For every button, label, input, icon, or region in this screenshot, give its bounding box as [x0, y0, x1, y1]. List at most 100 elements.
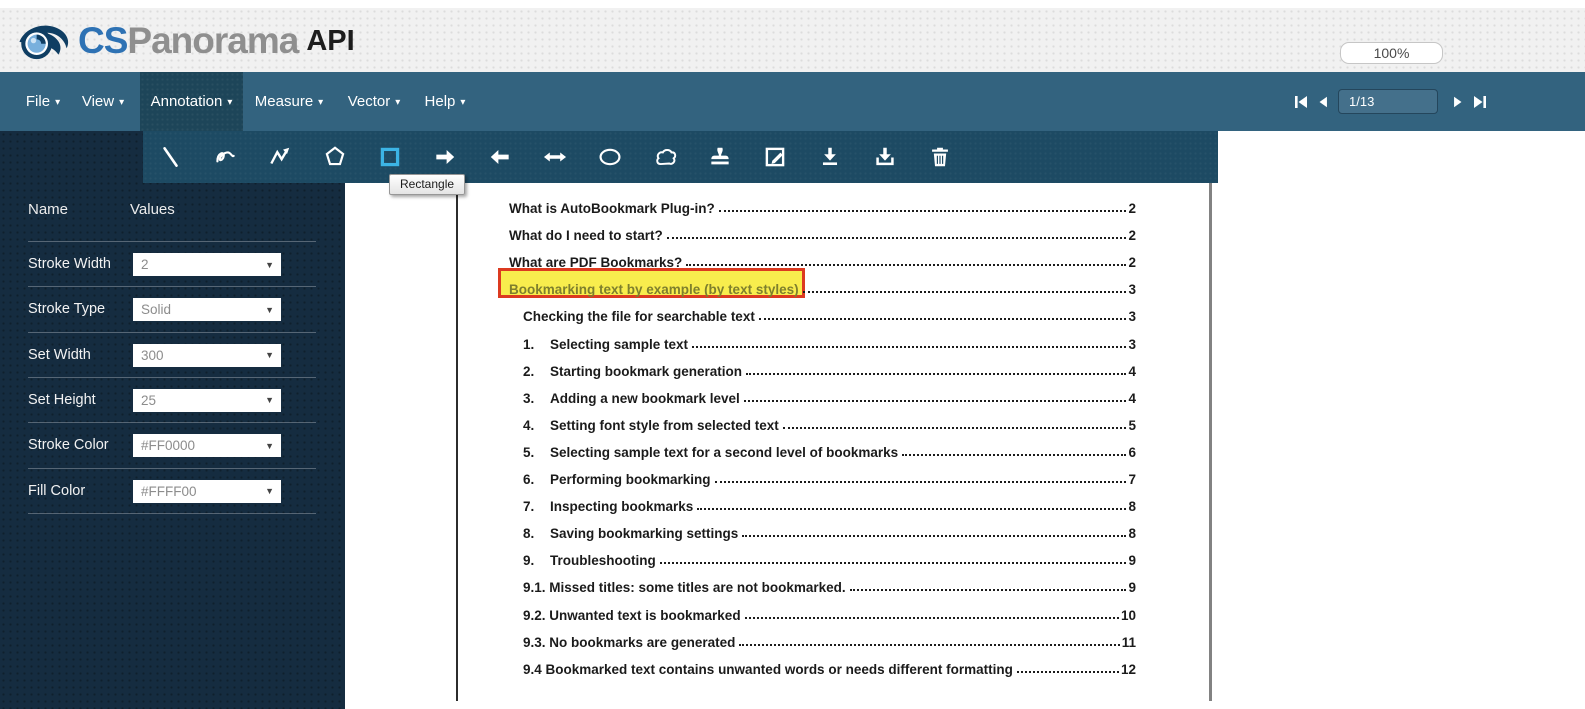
toc-text: What are PDF Bookmarks?: [509, 255, 682, 270]
stroke-color-select[interactable]: #FF0000▼: [133, 434, 281, 457]
toc-entry: What do I need to start?2: [456, 216, 1136, 243]
download-tray-tool-icon[interactable]: [870, 142, 900, 172]
dot-leader: [759, 318, 1127, 320]
page-number-input[interactable]: [1338, 89, 1438, 114]
column-header-name: Name: [28, 201, 68, 218]
fill-color-select[interactable]: #FFFF00▼: [133, 480, 281, 503]
dot-leader: [739, 644, 1119, 646]
first-page-button[interactable]: [1290, 91, 1312, 113]
toc-text: Checking the file for searchable text: [523, 309, 755, 324]
toc-entry: 4.Setting font style from selected text5: [456, 406, 1136, 433]
top-strip: [0, 0, 1585, 8]
select-value: 300: [141, 348, 164, 363]
last-page-button[interactable]: [1469, 91, 1491, 113]
menu-label: Measure: [255, 93, 313, 110]
previous-page-button[interactable]: [1312, 91, 1334, 113]
menu-label: Annotation: [151, 93, 223, 110]
line-tool-icon[interactable]: [155, 142, 185, 172]
toc-page-number: 7: [1128, 472, 1136, 487]
select-value: Solid: [141, 302, 171, 317]
dropdown-arrow-icon: ▼: [265, 441, 274, 451]
toc-entry-highlighted: Bookmarking text by example (by text sty…: [456, 270, 1136, 297]
toc-page-number: 12: [1121, 662, 1136, 677]
select-value: 25: [141, 393, 156, 408]
dot-leader: [745, 617, 1119, 619]
chevron-down-icon: ▾: [318, 97, 323, 108]
delete-tool-icon[interactable]: [925, 142, 955, 172]
stamp-tool-icon[interactable]: [705, 142, 735, 172]
toc-entry: 1.Selecting sample text3: [456, 324, 1136, 351]
cloud-tool-icon[interactable]: [650, 142, 680, 172]
annotation-toolbar: [143, 131, 1218, 183]
toc-entry: 5.Selecting sample text for a second lev…: [456, 433, 1136, 460]
divider: [28, 332, 316, 333]
toc-page-number: 2: [1128, 201, 1136, 216]
chevron-down-icon: ▾: [460, 97, 465, 108]
menu-help[interactable]: Help▾: [410, 72, 480, 131]
toc-page-number: 3: [1128, 337, 1136, 352]
menu-label: View: [82, 93, 114, 110]
menu-measure[interactable]: Measure ▾: [244, 72, 334, 131]
arrow-right-tool-icon[interactable]: [430, 142, 460, 172]
dot-leader: [902, 454, 1126, 456]
stroke-width-select[interactable]: 2▼: [133, 253, 281, 276]
dot-leader: [850, 589, 1127, 591]
menu-label: File: [26, 93, 50, 110]
download-tool-icon[interactable]: [815, 142, 845, 172]
ellipse-tool-icon[interactable]: [595, 142, 625, 172]
toc-entry: 8.Saving bookmarking settings8: [456, 514, 1136, 541]
toc-number: 4.: [523, 418, 550, 433]
toc-page-number: 8: [1128, 499, 1136, 514]
property-label: Set Width: [28, 347, 91, 363]
chevron-down-icon: ▾: [119, 97, 124, 108]
polygon-tool-icon[interactable]: [320, 142, 350, 172]
freehand-tool-icon[interactable]: [210, 142, 240, 172]
menu-annotation[interactable]: Annotation▾: [140, 72, 243, 131]
app-logo: CS Panorama API: [14, 18, 355, 64]
dot-leader: [697, 508, 1126, 510]
toc-entry: 9.1. Missed titles: some titles are not …: [456, 568, 1136, 595]
next-page-button[interactable]: [1447, 91, 1469, 113]
toc-number: 5.: [523, 445, 550, 460]
polyline-tool-icon[interactable]: [265, 142, 295, 172]
dropdown-arrow-icon: ▼: [265, 486, 274, 496]
toc-entry: 6.Performing bookmarking7: [456, 460, 1136, 487]
toc-text: Inspecting bookmarks: [550, 499, 693, 514]
dot-leader: [719, 210, 1127, 212]
menu-label: Vector: [348, 93, 391, 110]
menu-file[interactable]: File▾: [14, 72, 72, 131]
toc-text: Starting bookmark generation: [550, 364, 742, 379]
app-header: CS Panorama API 100%: [0, 8, 1585, 72]
stroke-type-select[interactable]: Solid ▼: [133, 298, 281, 321]
menu-view[interactable]: View ▾: [74, 72, 132, 131]
menu-vector[interactable]: Vector ▾: [332, 72, 416, 131]
page-right-border[interactable]: [1209, 183, 1212, 701]
toc-page-number: 3: [1128, 282, 1136, 297]
toc-page-number: 9: [1128, 580, 1136, 595]
toc-number: 1.: [523, 337, 550, 352]
arrow-double-tool-icon[interactable]: [540, 142, 570, 172]
table-of-contents: What is AutoBookmark Plug-in?2What do I …: [456, 189, 1136, 677]
dropdown-arrow-icon: ▼: [265, 305, 274, 315]
brand-panorama: Panorama: [127, 20, 298, 62]
toc-page-number: 2: [1128, 255, 1136, 270]
toc-number: 3.: [523, 391, 550, 406]
dot-leader: [715, 481, 1127, 483]
divider: [28, 422, 316, 423]
zoom-level-control[interactable]: 100%: [1340, 42, 1443, 64]
dot-leader: [692, 346, 1126, 348]
rectangle-tool-icon[interactable]: [375, 142, 405, 172]
toc-entry: What is AutoBookmark Plug-in?2: [456, 189, 1136, 216]
set-width-select[interactable]: 300 ▼: [133, 344, 281, 367]
toc-page-number: 8: [1128, 526, 1136, 541]
toc-text: Bookmarking text by example (by text sty…: [509, 282, 799, 297]
note-tool-icon[interactable]: [760, 142, 790, 172]
chevron-down-icon: ▾: [395, 97, 400, 108]
property-label: Fill Color: [28, 483, 85, 499]
dot-leader: [686, 264, 1126, 266]
toc-text: Setting font style from selected text: [550, 418, 779, 433]
toc-page-number: 9: [1128, 553, 1136, 568]
dropdown-arrow-icon: ▼: [265, 350, 274, 360]
arrow-left-tool-icon[interactable]: [485, 142, 515, 172]
set-height-select[interactable]: 25▼: [133, 389, 281, 412]
